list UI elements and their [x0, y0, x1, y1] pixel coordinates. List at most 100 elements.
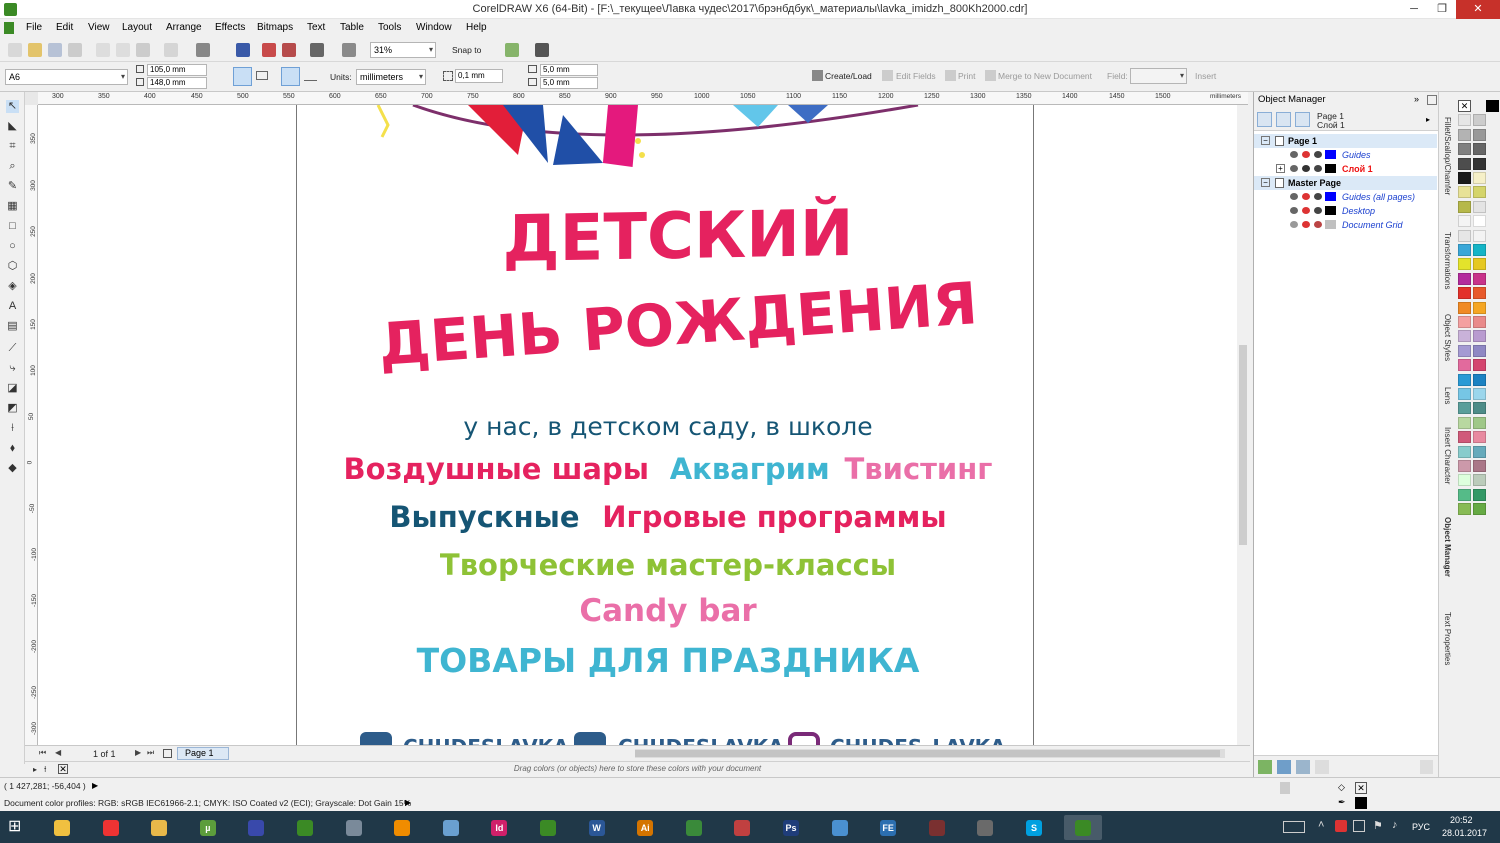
bunting-garland[interactable]	[338, 105, 958, 175]
instagram-icon[interactable]	[788, 732, 820, 745]
copy-icon[interactable]	[116, 43, 130, 57]
taskbar-app-chrome[interactable]	[92, 815, 130, 840]
print-toggle-icon[interactable]	[1302, 151, 1310, 158]
palette-swatch[interactable]	[1458, 402, 1471, 415]
close-button[interactable]: ✕	[1456, 0, 1500, 19]
palette-swatch[interactable]	[1473, 402, 1486, 415]
eye-icon[interactable]	[1290, 193, 1298, 200]
delete-icon[interactable]	[1420, 760, 1433, 774]
palette-swatch[interactable]	[1458, 344, 1471, 357]
palette-swatch[interactable]	[1458, 431, 1471, 444]
paper-size-select[interactable]: A6	[5, 69, 128, 85]
zoom-select[interactable]: 31%	[370, 42, 436, 58]
new-master-layer-icon[interactable]	[1277, 760, 1291, 774]
alignment-guides-icon[interactable]	[505, 43, 519, 57]
palette-swatch[interactable]	[1458, 301, 1471, 314]
taskbar-app-files[interactable]	[140, 815, 178, 840]
fill-none-icon[interactable]: ◇	[1338, 782, 1348, 792]
palette-swatch[interactable]	[1473, 114, 1486, 127]
facebook-icon[interactable]	[574, 732, 606, 745]
tab-object-styles[interactable]: Object Styles	[1443, 314, 1452, 361]
palette-swatch[interactable]	[1473, 488, 1486, 501]
undo-icon[interactable]	[164, 43, 178, 57]
palette-swatch[interactable]	[1473, 330, 1486, 343]
eye-icon[interactable]	[1290, 165, 1298, 172]
party-goods-text[interactable]: ТОВАРЫ ДЛЯ ПРАЗДНИКА	[338, 641, 998, 680]
taskbar-app-explorer[interactable]	[43, 815, 81, 840]
palette-swatch[interactable]	[1473, 229, 1486, 242]
clock-time[interactable]: 20:52	[1450, 815, 1473, 825]
palette-swatch[interactable]	[1473, 301, 1486, 314]
collapse-icon[interactable]: −	[1261, 136, 1270, 145]
taskbar-app-word[interactable]: W	[578, 815, 616, 840]
eye-icon[interactable]	[1290, 207, 1298, 214]
field-select[interactable]	[1130, 68, 1187, 84]
page-tab[interactable]: Page 1	[177, 747, 229, 760]
freehand-tool-icon[interactable]: ✎	[6, 180, 19, 193]
nudge-input[interactable]: 0,1 mm	[455, 69, 503, 83]
eye-icon[interactable]	[1290, 221, 1298, 228]
document-palette[interactable]: ▸ ⟊ ✕ Drag colors (or objects) here to s…	[25, 761, 1250, 776]
outline-swatch[interactable]	[1355, 797, 1367, 809]
palette-swatch[interactable]	[1473, 503, 1486, 516]
pick-tool-icon[interactable]: ↖	[6, 100, 19, 113]
palette-swatch[interactable]	[1473, 388, 1486, 400]
palette-swatch[interactable]	[1473, 431, 1486, 444]
menu-file[interactable]: File	[26, 22, 42, 33]
candy-bar-text[interactable]: Candy bar	[338, 593, 998, 629]
eye-icon[interactable]	[1290, 151, 1298, 158]
prev-page-icon[interactable]: ◀	[55, 748, 61, 757]
game-programs-text[interactable]: Игровые программы	[602, 500, 946, 534]
social-ig-text[interactable]: CHUDES_LAVKA	[830, 735, 1006, 745]
palette-swatch[interactable]	[1473, 143, 1486, 156]
palette-swatch[interactable]	[1458, 445, 1471, 458]
menu-arrange[interactable]: Arrange	[166, 22, 202, 33]
last-page-icon[interactable]: ⏭	[147, 748, 154, 758]
open-icon[interactable]	[28, 43, 42, 57]
first-page-icon[interactable]: ⏮	[39, 748, 46, 758]
docker-menu-icon[interactable]: ▸	[1426, 115, 1430, 124]
menu-table[interactable]: Table	[340, 22, 364, 33]
palette-swatch[interactable]	[1458, 359, 1471, 372]
palette-swatch[interactable]	[1458, 157, 1471, 170]
palette-swatch[interactable]	[1458, 114, 1471, 127]
palette-swatch[interactable]	[1458, 272, 1471, 285]
shape-tool-icon[interactable]: ◣	[6, 120, 19, 133]
palette-swatch[interactable]	[1473, 157, 1486, 170]
tree-page-1[interactable]: − Page 1	[1254, 134, 1437, 148]
taskbar-app-illustrator[interactable]: Ai	[626, 815, 664, 840]
doc-icon[interactable]	[4, 22, 14, 34]
palette-swatch[interactable]	[1473, 186, 1486, 199]
table-tool-icon[interactable]: ▤	[6, 320, 19, 333]
workshops-text[interactable]: Творческие мастер-классы	[338, 548, 998, 582]
launcher-icon[interactable]	[310, 43, 324, 57]
flag-icon[interactable]: ⚑	[1373, 819, 1383, 832]
palette-swatch[interactable]	[1473, 258, 1486, 271]
layer-color-swatch[interactable]	[1325, 164, 1336, 173]
scrollbar-thumb[interactable]	[1239, 345, 1247, 545]
tab-insert-character[interactable]: Insert Character	[1443, 427, 1452, 484]
network-icon[interactable]	[1353, 820, 1365, 832]
paste-icon[interactable]	[136, 43, 150, 57]
lock-icon[interactable]	[1314, 193, 1322, 200]
tray-arrow-icon[interactable]: ˄	[1318, 819, 1324, 831]
page-width-input[interactable]: 105,0 mm	[147, 64, 207, 76]
palette-swatch[interactable]	[1473, 344, 1486, 357]
page-height-input[interactable]: 148,0 mm	[147, 77, 207, 89]
landscape-icon[interactable]	[256, 71, 268, 80]
balloons-text[interactable]: Воздушные шары	[344, 452, 649, 486]
redo-icon[interactable]	[196, 43, 210, 57]
palette-swatch[interactable]	[1458, 373, 1471, 386]
palette-swatch[interactable]	[1458, 186, 1471, 199]
layer-color-swatch[interactable]	[1325, 220, 1336, 229]
tray-app-icon[interactable]	[1335, 820, 1347, 832]
insert-button[interactable]: Insert	[1195, 71, 1216, 81]
publish-pdf-icon[interactable]	[282, 43, 296, 57]
docker-expand-icon[interactable]: »	[1414, 94, 1419, 104]
edit-across-layers-icon[interactable]	[1276, 112, 1291, 127]
export-icon[interactable]	[262, 43, 276, 57]
drawing-canvas[interactable]: ДЕТСКИЙ ДЕНЬ РОЖДЕНИЯ у нас, в детском с…	[38, 105, 1237, 745]
lock-icon[interactable]	[1314, 221, 1322, 228]
social-vk-text[interactable]: CHUDESLAVKA	[403, 735, 569, 745]
new-master-odd-icon[interactable]	[1315, 760, 1329, 774]
